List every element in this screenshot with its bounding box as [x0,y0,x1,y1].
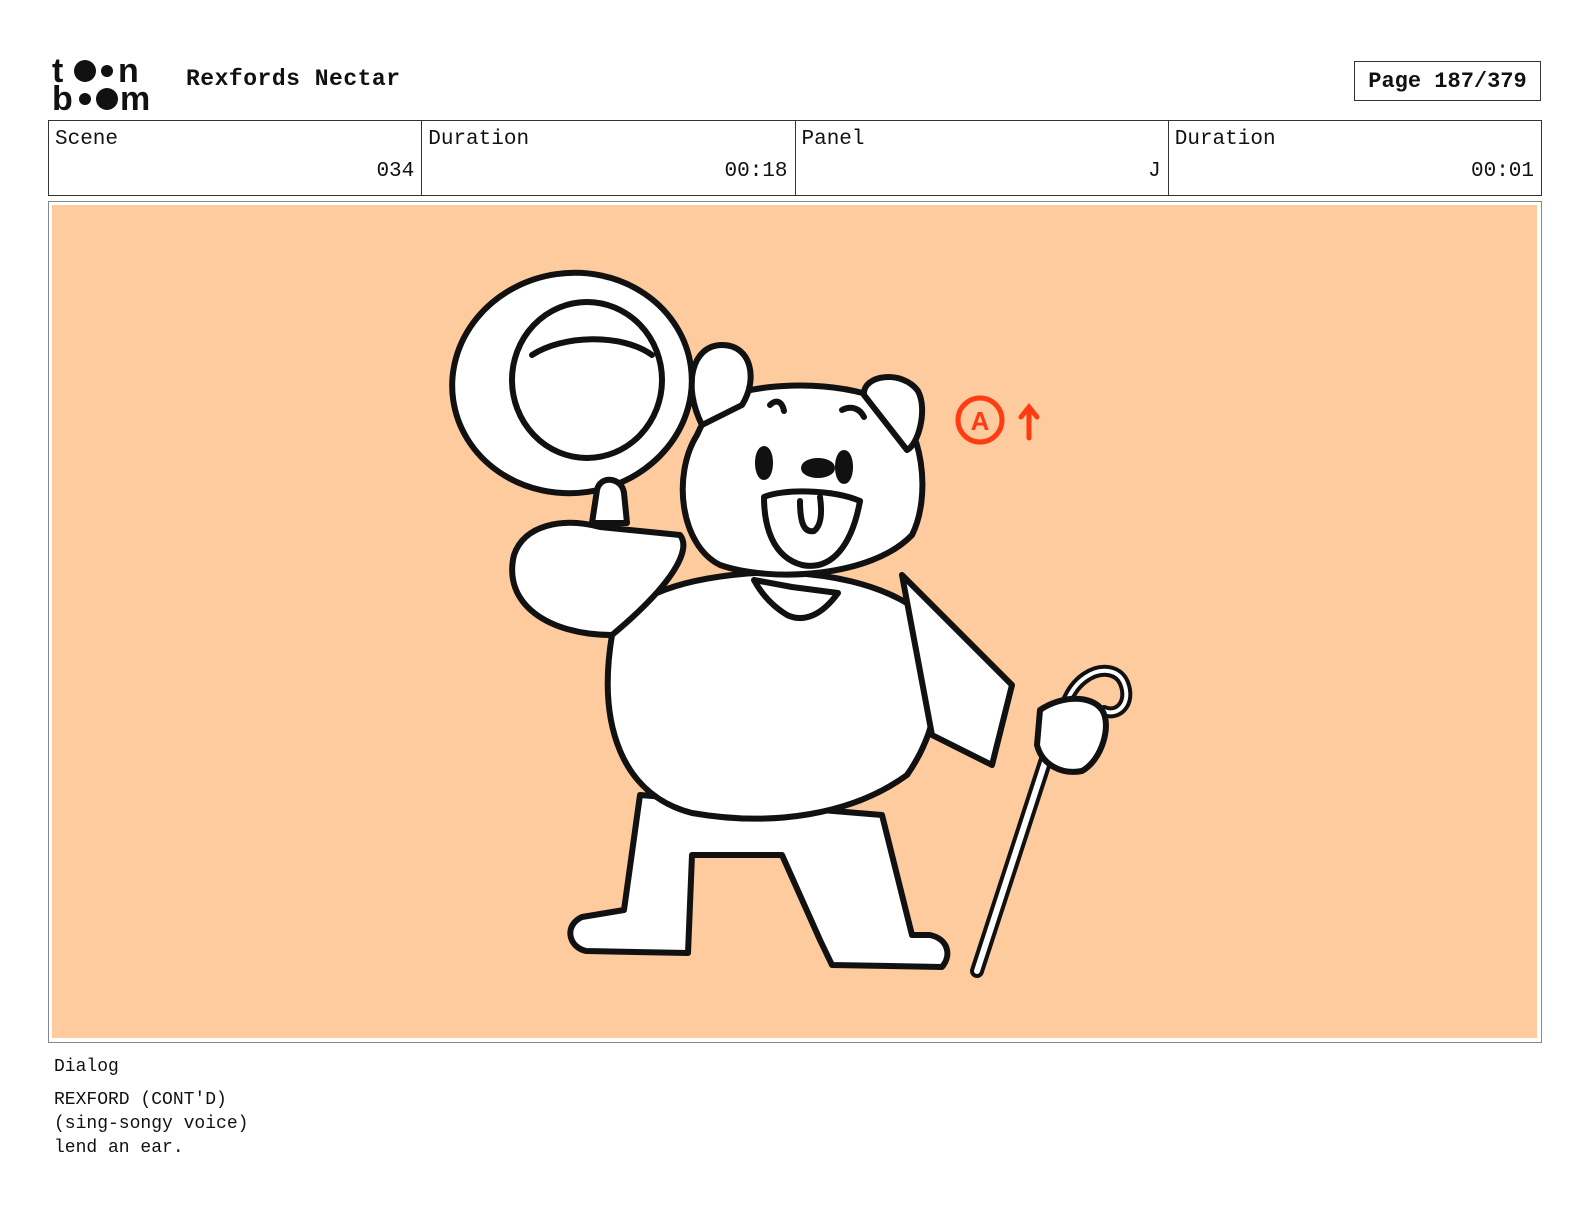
dialog-text: REXFORD (CONT'D) (sing-songy voice) lend… [54,1088,248,1160]
annotation-letter: A [971,406,990,436]
panel-value: J [1148,160,1161,183]
toonboom-logo: t n b m [52,52,150,112]
panel-cell: Panel J [796,121,1169,195]
dialog-label: Dialog [54,1057,119,1077]
storyboard-panel: A [48,201,1542,1043]
scene-label: Scene [55,128,119,151]
dialog-line: (sing-songy voice) [54,1114,249,1134]
scene-cell: Scene 034 [49,121,423,195]
panel-duration-cell: Duration 00:01 [1169,121,1541,195]
page-indicator: Page 187/379 [1354,61,1541,101]
dialog-line: lend an ear. [54,1138,184,1158]
scene-duration-cell: Duration 00:18 [422,121,796,195]
panel-drawing: A [52,205,1537,1038]
scene-duration-value: 00:18 [724,160,788,183]
svg-text:m: m [120,80,150,112]
project-title: Rexfords Nectar [186,66,401,92]
panel-info-table: Scene 034 Duration 00:18 Panel J Duratio… [48,120,1542,196]
dialog-line: REXFORD (CONT'D) [54,1090,227,1110]
panel-label: Panel [801,128,865,151]
svg-text:b: b [52,80,73,112]
scene-duration-label: Duration [428,128,530,151]
scene-value: 034 [376,160,415,183]
panel-duration-label: Duration [1174,128,1276,151]
panel-duration-value: 00:01 [1470,160,1534,183]
